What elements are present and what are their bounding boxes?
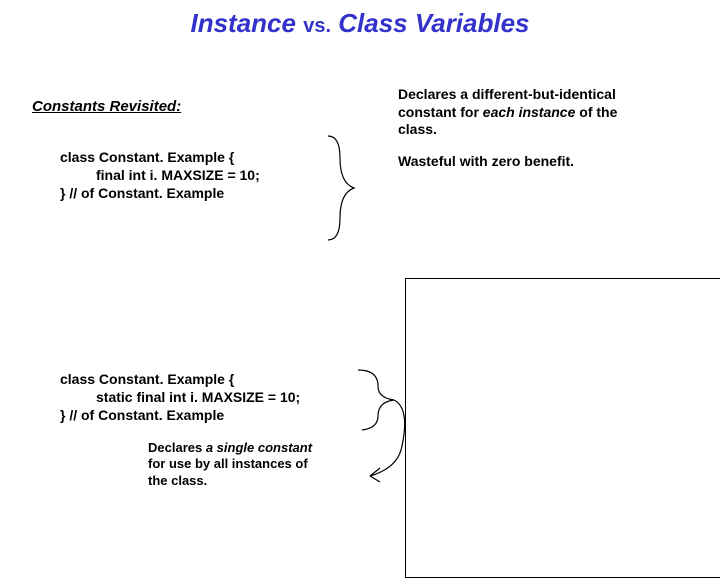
annotation-instance: Declares a different-but-identical const… xyxy=(398,86,638,170)
code-line: class Constant. Example { xyxy=(60,148,260,166)
annotation-static: Declares a single constant for use by al… xyxy=(148,440,328,489)
code-line: static final int i. MAXSIZE = 10; xyxy=(60,388,300,406)
code-block-static: class Constant. Example { static final i… xyxy=(60,370,300,425)
subheading-constants: Constants Revisited: xyxy=(32,98,181,115)
code-line: } // of Constant. Example xyxy=(60,184,260,202)
code-line: class Constant. Example { xyxy=(60,370,300,388)
slide-title: Instance vs. Class Variables xyxy=(0,8,720,39)
title-left: Instance xyxy=(190,8,296,38)
annotation-paragraph: Declares a different-but-identical const… xyxy=(398,86,638,139)
code-line: final int i. MAXSIZE = 10; xyxy=(60,166,260,184)
title-vs: vs. xyxy=(303,15,331,37)
code-line: } // of Constant. Example xyxy=(60,406,300,424)
blank-box xyxy=(405,278,720,578)
title-right: Class Variables xyxy=(338,8,529,38)
annotation-paragraph: Wasteful with zero benefit. xyxy=(398,153,638,171)
curly-brace-icon xyxy=(320,128,380,248)
curly-brace-arrow-icon xyxy=(350,368,420,488)
code-block-instance: class Constant. Example { final int i. M… xyxy=(60,148,260,203)
